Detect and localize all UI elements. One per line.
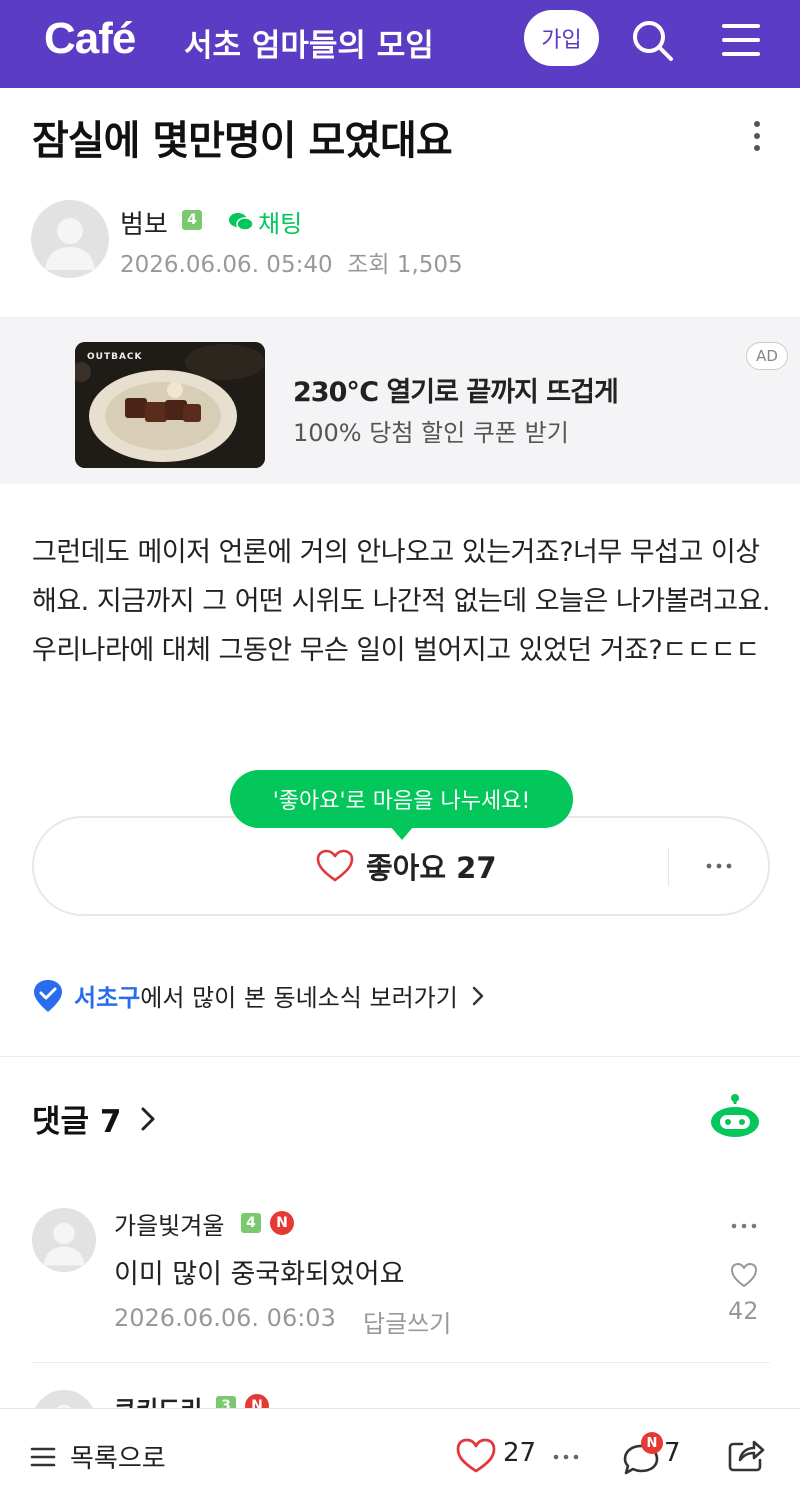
post-body: 그런데도 메이저 언론에 거의 안나오고 있는거죠?너무 무섭고 이상해요. 지… [32, 537, 771, 666]
divider [0, 1056, 800, 1057]
post-meta: 2026.06.06. 05:40 조회 1,505 [120, 245, 463, 279]
local-news-link[interactable]: 서초구 에서 많이 본 동네소식 보러가기 [32, 978, 486, 1013]
like-button[interactable]: 좋아요 27 [316, 845, 497, 887]
more-horizontal-icon[interactable] [552, 1450, 580, 1464]
post-title: 잠실에 몇만명이 모였대요 [32, 118, 453, 164]
list-icon [30, 1447, 56, 1466]
like-label: 좋아요 27 [366, 851, 497, 885]
commenter-name[interactable]: 가을빛겨울 [114, 1206, 224, 1241]
comment-text: 이미 많이 중국화되었어요 [114, 1259, 405, 1290]
local-region: 서초구 [74, 984, 141, 1012]
more-horizontal-icon[interactable] [705, 856, 733, 876]
author-name[interactable]: 범보 [120, 204, 168, 241]
ad-badge[interactable]: AD [746, 342, 788, 370]
comments-header[interactable]: 댓글 7 [32, 1096, 157, 1141]
default-avatar-icon [45, 218, 95, 270]
like-tooltip: '좋아요'로 마음을 나누세요! [230, 770, 573, 840]
ad-title[interactable]: 230℃ 열기로 끝까지 뜨겁게 [293, 370, 619, 409]
chevron-right-icon [472, 986, 484, 1005]
heart-outline-icon[interactable] [730, 1262, 758, 1288]
back-to-list-button[interactable]: 목록으로 [30, 1438, 166, 1475]
new-badge: N [270, 1211, 294, 1235]
heart-outline-icon [316, 849, 354, 882]
clova-bot-icon[interactable] [708, 1094, 762, 1140]
chat-label: 채팅 [258, 210, 303, 238]
chevron-right-icon [141, 1107, 155, 1130]
more-vertical-icon[interactable] [745, 118, 769, 154]
bottom-like-count: 27 [503, 1438, 537, 1468]
comment-date: 2026.06.06. 06:03 [114, 1304, 336, 1332]
join-button[interactable]: 가입 [524, 10, 599, 66]
ad-brand-mark: OUTBACK [87, 352, 143, 362]
ad-image[interactable]: OUTBACK [75, 342, 265, 468]
share-icon[interactable] [726, 1436, 766, 1474]
divider [32, 1362, 770, 1363]
verified-pin-icon [34, 979, 62, 1012]
heart-outline-icon[interactable] [456, 1438, 496, 1474]
cafe-logo[interactable]: Café [44, 14, 136, 64]
comments-count: 댓글 7 [32, 1104, 122, 1140]
ad-subtitle[interactable]: 100% 당첨 할인 쿠폰 받기 [293, 413, 569, 448]
more-horizontal-icon[interactable] [730, 1218, 758, 1234]
member-level-badge: 4 [241, 1213, 261, 1233]
new-comment-badge: N [641, 1432, 663, 1454]
like-divider [668, 848, 669, 886]
post-date: 2026.06.06. 05:40 [120, 252, 333, 278]
comment-like-count: 42 [728, 1297, 759, 1325]
local-link-text: 에서 많이 본 동네소식 보러가기 [140, 984, 458, 1012]
bottom-comment-count: 7 [664, 1438, 681, 1468]
cafe-name[interactable]: 서초 엄마들의 모임 [184, 20, 434, 65]
chat-bubble-icon [229, 212, 254, 231]
default-avatar-icon [43, 1222, 85, 1266]
post-views: 조회 1,505 [347, 252, 463, 278]
commenter-avatar[interactable] [32, 1208, 96, 1272]
top-app-bar: Café 서초 엄마들의 모임 가입 [0, 0, 800, 88]
search-icon[interactable] [628, 16, 676, 64]
chat-button[interactable]: 채팅 [228, 204, 302, 239]
member-level-badge: 4 [182, 210, 202, 230]
list-label: 목록으로 [70, 1444, 166, 1474]
author-avatar[interactable] [31, 200, 109, 278]
menu-icon[interactable] [716, 16, 766, 64]
reply-button[interactable]: 답글쓰기 [363, 1304, 451, 1339]
